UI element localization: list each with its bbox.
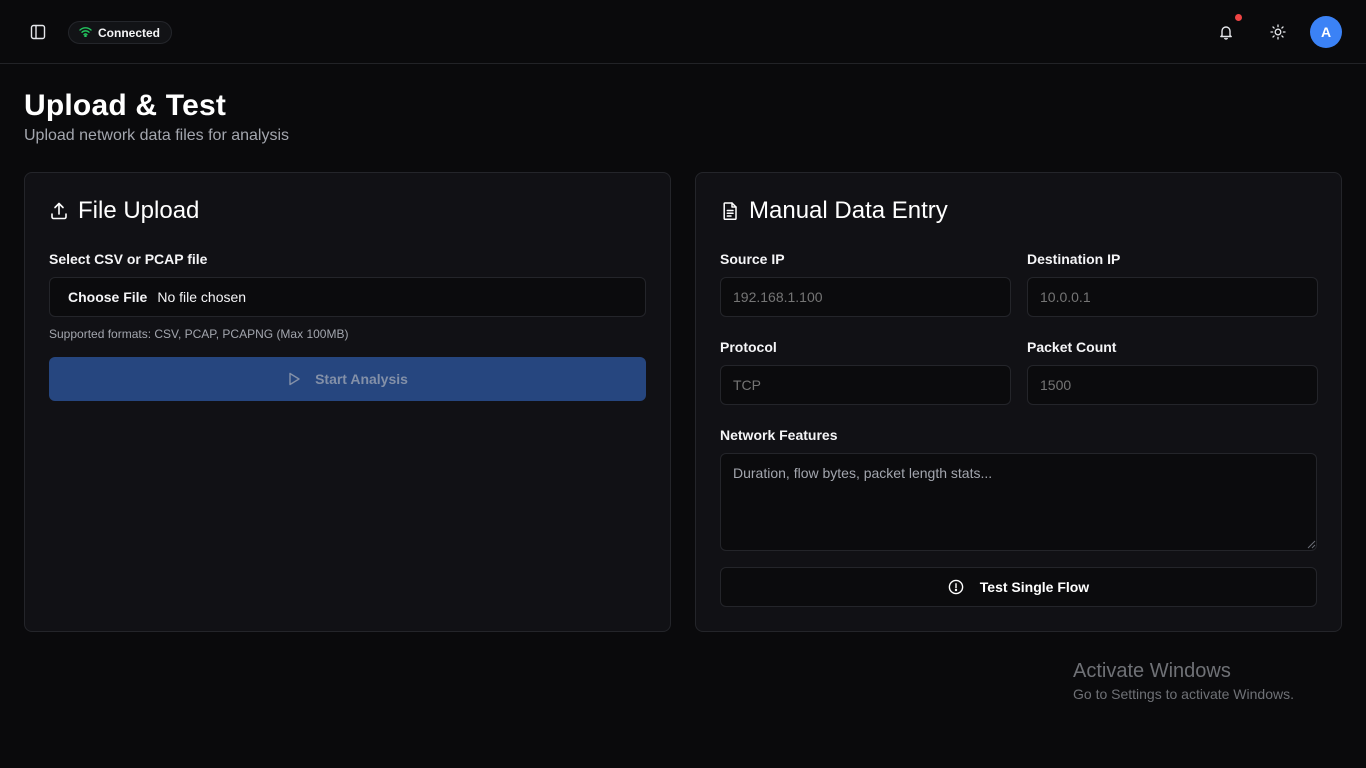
protocol-input[interactable] [720, 365, 1011, 405]
file-input[interactable]: Choose File No file chosen [49, 277, 646, 317]
page-subtitle: Upload network data files for analysis [24, 127, 290, 144]
wifi-icon [79, 26, 92, 40]
destination-ip-input[interactable] [1027, 277, 1318, 317]
test-single-flow-label: Test Single Flow [979, 579, 1090, 595]
choose-file-button[interactable]: Choose File [68, 289, 147, 305]
manual-entry-title-text: Manual Data Entry [749, 197, 948, 224]
test-single-flow-button[interactable]: Test Single Flow [720, 567, 1317, 607]
page-title: Upload & Test [24, 89, 227, 122]
notification-dot [1235, 14, 1242, 21]
connection-status-badge: Connected [68, 21, 173, 44]
source-ip-input[interactable] [720, 277, 1011, 317]
play-icon [289, 372, 300, 386]
theme-toggle-button[interactable] [1266, 20, 1290, 44]
notifications-button[interactable] [1214, 14, 1242, 44]
start-analysis-button[interactable]: Start Analysis [49, 357, 646, 401]
manual-entry-title: Manual Data Entry [720, 197, 948, 225]
bell-icon [1220, 26, 1232, 40]
file-status: No file chosen [157, 289, 247, 305]
supported-formats-hint: Supported formats: CSV, PCAP, PCAPNG (Ma… [49, 327, 349, 341]
file-upload-title-text: File Upload [78, 197, 200, 224]
connection-status-label: Connected [98, 25, 161, 40]
manual-entry-card: Manual Data Entry Source IP Destination … [695, 172, 1342, 632]
source-ip-label: Source IP [720, 251, 785, 267]
file-upload-card: File Upload Select CSV or PCAP file Choo… [24, 172, 671, 632]
protocol-label: Protocol [720, 339, 777, 355]
file-field-label: Select CSV or PCAP file [49, 251, 208, 267]
packet-count-label: Packet Count [1027, 339, 1117, 355]
destination-ip-label: Destination IP [1027, 251, 1121, 267]
start-analysis-label: Start Analysis [315, 371, 408, 387]
sun-icon [1270, 24, 1286, 40]
resize-grip-icon[interactable] [1307, 540, 1316, 549]
top-bar: Connected A [0, 0, 1366, 64]
avatar[interactable]: A [1310, 16, 1342, 48]
file-upload-title: File Upload [49, 197, 199, 225]
network-features-label: Network Features [720, 427, 838, 443]
panel-left-icon[interactable] [26, 20, 50, 44]
packet-count-input[interactable] [1027, 365, 1318, 405]
network-features-textarea[interactable] [720, 453, 1317, 551]
alert-circle-icon [948, 579, 964, 595]
upload-icon [51, 202, 67, 220]
watermark-title: Activate Windows [1073, 660, 1231, 682]
document-icon [723, 202, 737, 221]
windows-activation-watermark: Activate Windows Go to Settings to activ… [1073, 660, 1294, 702]
watermark-subtitle: Go to Settings to activate Windows. [1073, 686, 1294, 702]
